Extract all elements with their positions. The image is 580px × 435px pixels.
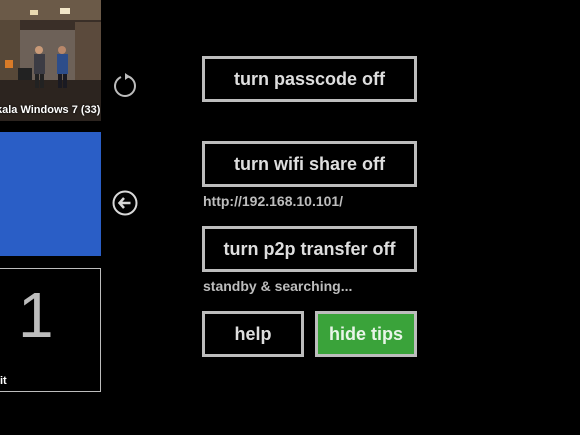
count-tile[interactable]: 1 it: [0, 268, 101, 392]
wifi-share-toggle-button[interactable]: turn wifi share off: [202, 141, 417, 187]
photo-tile[interactable]: kala Windows 7 (33): [0, 0, 101, 121]
help-button[interactable]: help: [202, 311, 304, 357]
event-photo: [0, 0, 101, 121]
count-label: it: [0, 375, 7, 387]
back-arrow-icon[interactable]: [111, 189, 139, 217]
refresh-icon[interactable]: [111, 72, 139, 100]
passcode-toggle-button[interactable]: turn passcode off: [202, 56, 417, 102]
wifi-address-text: http://192.168.10.101/: [203, 193, 344, 209]
p2p-transfer-toggle-button[interactable]: turn p2p transfer off: [202, 226, 417, 272]
hide-tips-button[interactable]: hide tips: [315, 311, 417, 357]
count-number: 1: [18, 279, 54, 351]
p2p-status-text: standby & searching...: [203, 278, 353, 294]
photo-caption: kala Windows 7 (33): [0, 104, 101, 116]
blue-tile[interactable]: [0, 132, 101, 256]
